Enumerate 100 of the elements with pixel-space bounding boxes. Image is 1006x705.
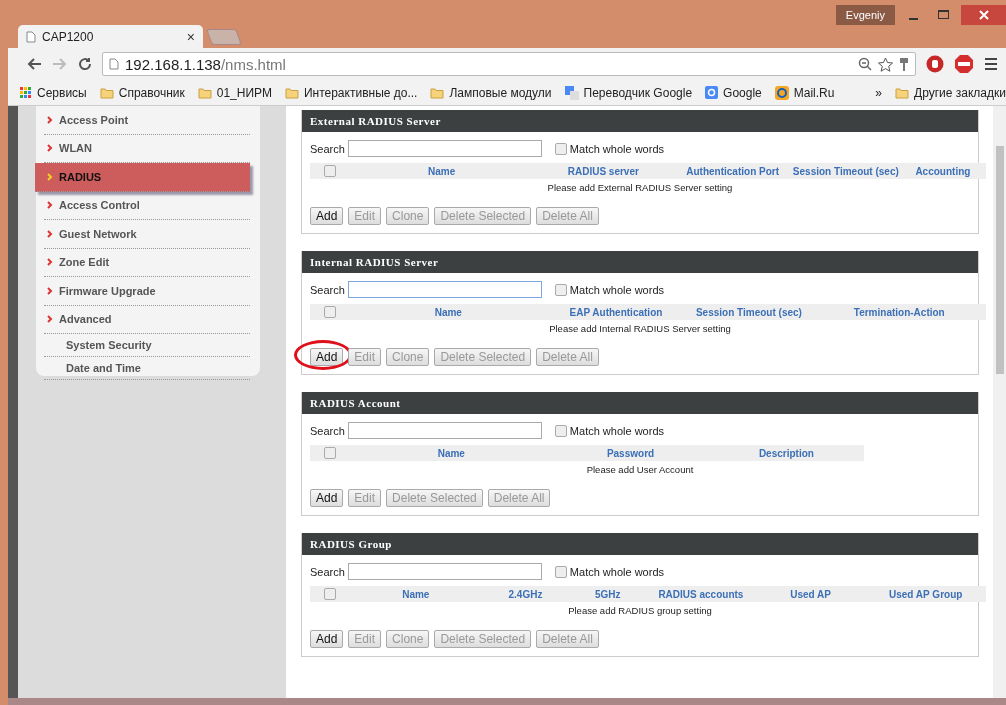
sidebar-item[interactable]: Firmware Upgrade (44, 277, 250, 306)
close-icon (978, 10, 989, 20)
empty-message: Please add Internal RADIUS Server setting (548, 322, 732, 336)
section-title: External RADIUS Server (302, 110, 978, 132)
more-bookmarks-button[interactable]: » (875, 85, 883, 100)
column-header: Accounting (914, 165, 972, 177)
checkbox[interactable] (554, 142, 567, 155)
bookmark-label[interactable]: Сервисы (37, 85, 87, 100)
column-header: EAP Authentication (568, 306, 664, 318)
zoom-out-icon[interactable] (858, 57, 872, 71)
sidebar-item[interactable]: Zone Edit (44, 248, 250, 277)
new-tab-button[interactable] (206, 29, 242, 45)
key-icon[interactable] (899, 56, 909, 72)
chevron-icon (47, 144, 53, 153)
chevron-icon (47, 315, 53, 324)
search-label: Search (310, 283, 345, 296)
folder-icon (197, 86, 212, 99)
bookmark-label[interactable]: Другие закладки (914, 85, 1006, 100)
action-button[interactable]: Add (310, 207, 344, 225)
column-header: Session Timeout (sec) (791, 165, 900, 177)
column-header: Name (427, 165, 457, 177)
folder-icon (430, 86, 445, 99)
search-field[interactable] (347, 281, 542, 298)
column-header: Session Timeout (sec) (694, 306, 803, 318)
select-all-checkbox[interactable] (324, 447, 336, 459)
section-title: RADIUS Account (302, 392, 978, 414)
scrollbar[interactable] (993, 106, 1006, 698)
url-host: 192.168.1.138 (125, 55, 221, 73)
empty-message: Please add User Account (585, 463, 695, 477)
section-title: RADIUS Group (302, 533, 978, 555)
column-header: 5GHz (593, 588, 622, 600)
page-icon (26, 30, 36, 43)
column-header: Used AP (789, 588, 832, 600)
user-name[interactable]: Evgeniy (835, 5, 895, 25)
chevron-icon (47, 286, 53, 295)
action-button[interactable]: Add (310, 630, 344, 648)
column-header: Name (433, 306, 463, 318)
column-header: Termination-Action (852, 306, 946, 318)
checkbox[interactable] (554, 283, 567, 296)
bookmark-label[interactable]: Интерактивные до... (303, 85, 418, 100)
search-field[interactable] (347, 140, 542, 157)
bookmark-label[interactable]: Справочник (118, 85, 185, 100)
empty-message: Please add External RADIUS Server setting (546, 181, 734, 195)
column-header: 2.4GHz (507, 588, 544, 600)
empty-message: Please add RADIUS group setting (567, 604, 713, 618)
action-button[interactable]: Add (310, 348, 344, 366)
bookmark-label[interactable]: Ламповые модули (449, 85, 552, 100)
bookmark-label[interactable]: Mail.Ru (793, 85, 835, 100)
browser-tab[interactable]: CAP1200 × (18, 25, 203, 48)
column-header: Description (757, 447, 815, 459)
sidebar-item[interactable]: Guest Network (44, 220, 250, 249)
column-header: Used AP Group (888, 588, 964, 600)
menu-icon[interactable] (984, 57, 998, 71)
sidebar-item[interactable]: Access Control (44, 191, 250, 220)
select-all-checkbox[interactable] (324, 588, 336, 600)
column-header: RADIUS server (566, 165, 640, 177)
select-all-checkbox[interactable] (324, 306, 336, 318)
sidebar-item[interactable]: Access Point (44, 106, 250, 135)
column-header: Name (436, 447, 466, 459)
sidebar-item[interactable]: Advanced (44, 305, 250, 334)
sidebar-subitem[interactable]: Date and Time (44, 357, 250, 380)
search-field[interactable] (347, 563, 542, 580)
at-sign-icon (774, 85, 789, 100)
minimize-icon (908, 18, 918, 20)
checkbox-label: Match whole words (569, 142, 664, 155)
url-path: /nms.html (220, 55, 286, 73)
forward-icon[interactable] (52, 57, 68, 71)
search-label: Search (310, 565, 345, 578)
section-title: Internal RADIUS Server (302, 251, 978, 273)
page-icon (109, 58, 119, 70)
sidebar-subitem[interactable]: System Security (44, 334, 250, 357)
star-icon[interactable] (878, 56, 893, 72)
maximize-icon (937, 10, 949, 20)
sidebar-item[interactable]: RADIUS (35, 163, 250, 192)
address-bar[interactable]: 192.168.1.138/nms.html (102, 52, 916, 76)
column-header: Authentication Port (685, 165, 781, 177)
chevron-icon (47, 115, 53, 124)
bookmark-label[interactable]: 01_НИРМ (216, 85, 272, 100)
checkbox-label: Match whole words (569, 283, 664, 296)
chevron-icon (47, 201, 53, 210)
select-all-checkbox[interactable] (324, 165, 336, 177)
search-field[interactable] (347, 422, 542, 439)
back-icon[interactable] (26, 57, 42, 71)
bookmark-label[interactable]: Google (723, 85, 762, 100)
checkbox-label: Match whole words (569, 424, 664, 437)
checkbox[interactable] (554, 424, 567, 437)
bookmark-label[interactable]: Переводчик Google (583, 85, 693, 100)
apps-grid-icon (20, 86, 32, 99)
action-button[interactable]: Add (310, 489, 344, 507)
column-header: RADIUS accounts (657, 588, 745, 600)
tab-close-button[interactable]: × (186, 28, 195, 45)
close-button[interactable] (961, 5, 1006, 25)
search-label: Search (310, 142, 345, 155)
tab-title: CAP1200 (42, 29, 95, 44)
reload-icon[interactable] (78, 57, 92, 71)
folder-icon (99, 86, 114, 99)
checkbox-label: Match whole words (569, 565, 664, 578)
search-label: Search (310, 424, 345, 437)
checkbox[interactable] (554, 565, 567, 578)
column-header: Password (605, 447, 656, 459)
